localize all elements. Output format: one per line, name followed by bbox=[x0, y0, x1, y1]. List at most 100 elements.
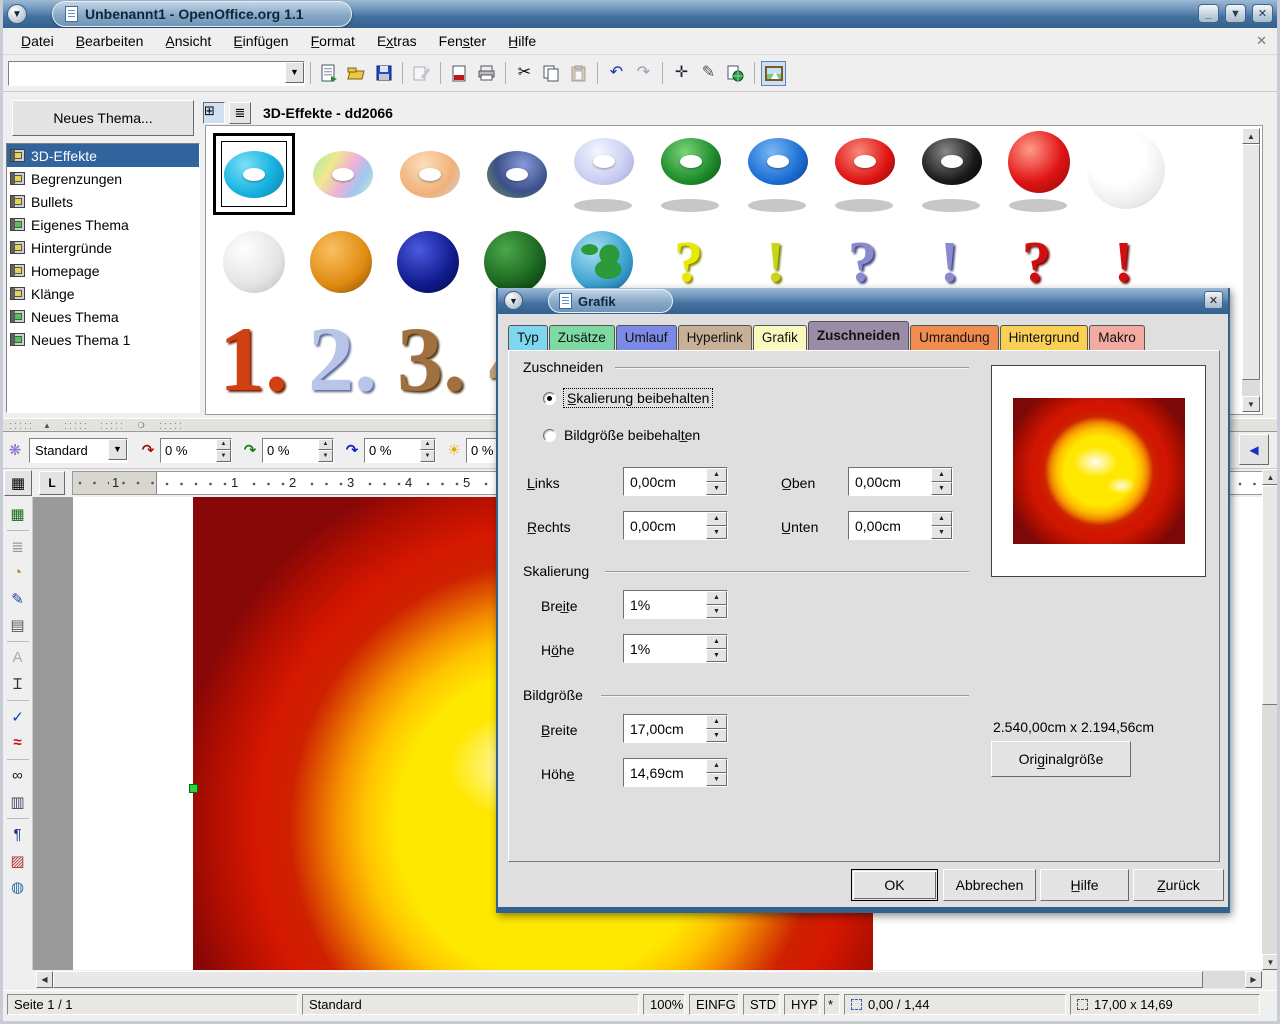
splitter-grip[interactable] bbox=[63, 421, 89, 430]
spin-up-icon[interactable]: ▲ bbox=[706, 635, 727, 649]
spin-down-icon[interactable]: ▼ bbox=[706, 648, 727, 662]
green-percent-field[interactable]: ▲▼ bbox=[262, 437, 334, 463]
close-document-icon[interactable]: ✕ bbox=[1256, 33, 1267, 49]
status-selection-mode[interactable]: STD bbox=[743, 993, 780, 1015]
spin-up-icon[interactable]: ▲ bbox=[216, 438, 231, 450]
menu-datei[interactable]: D̲atei bbox=[11, 30, 64, 52]
gallery-item-sphere-white[interactable] bbox=[1082, 126, 1169, 214]
status-hyperlink-mode[interactable]: HYP bbox=[784, 993, 820, 1015]
status-insert-mode[interactable]: EINFG bbox=[689, 993, 739, 1015]
tab-grafik[interactable]: Grafik bbox=[752, 325, 807, 350]
status-style[interactable]: Standard bbox=[302, 993, 639, 1015]
spin-up-icon[interactable]: ▲ bbox=[931, 468, 952, 482]
dialog-menu-button[interactable]: ▼ bbox=[504, 291, 523, 310]
gallery-item-torus-peach[interactable] bbox=[386, 130, 473, 218]
vertical-scroll-thumb[interactable] bbox=[1262, 485, 1279, 705]
gallery-item-number-3[interactable]: 3. bbox=[388, 304, 475, 414]
menu-format[interactable]: F̲ormat bbox=[301, 30, 365, 52]
gallery-item-torus-rainbow[interactable] bbox=[299, 130, 386, 218]
spin-up-icon[interactable]: ▲ bbox=[420, 438, 435, 450]
spin-down-icon[interactable]: ▼ bbox=[706, 772, 727, 786]
radio-circle[interactable] bbox=[543, 391, 556, 405]
export-pdf-icon[interactable] bbox=[447, 61, 472, 86]
theme-item-bullets[interactable]: Bullets bbox=[7, 190, 199, 213]
hide-bar-button[interactable]: ◀ bbox=[1239, 434, 1269, 465]
online-layout-icon[interactable]: ◍ bbox=[5, 874, 31, 899]
tab-zuschneiden[interactable]: Zuschneiden bbox=[807, 321, 910, 350]
tab-hyperlink[interactable]: Hyperlink bbox=[677, 325, 752, 350]
spin-down-icon[interactable]: ▼ bbox=[706, 481, 727, 495]
url-combobox[interactable]: ▼ bbox=[8, 60, 305, 86]
unten-field[interactable]: ▲▼ bbox=[848, 511, 953, 540]
spin-up-icon[interactable]: ▲ bbox=[706, 468, 727, 482]
insert-object-icon[interactable]: ◔ bbox=[5, 560, 31, 585]
scroll-up-icon[interactable]: ▲ bbox=[1242, 128, 1260, 144]
gallery-item-torus-green[interactable] bbox=[647, 126, 734, 214]
url-dropdown-icon[interactable]: ▼ bbox=[285, 61, 304, 83]
menu-einfuegen[interactable]: E̲infügen bbox=[223, 30, 298, 52]
status-zoom[interactable]: 100% bbox=[643, 993, 685, 1015]
auto-spellcheck-icon[interactable]: ≈ bbox=[5, 730, 31, 755]
theme-item-neues-thema-1[interactable]: Neues Thema 1 bbox=[7, 328, 199, 351]
size-breite-field[interactable]: ▲▼ bbox=[623, 714, 728, 743]
spin-down-icon[interactable]: ▼ bbox=[420, 450, 435, 462]
tab-stop-type-button[interactable]: L bbox=[39, 471, 65, 495]
oben-field[interactable]: ▲▼ bbox=[848, 467, 953, 496]
horizontal-scroll-thumb[interactable] bbox=[53, 971, 1203, 988]
splitter-grip[interactable] bbox=[158, 421, 184, 430]
hyperlink-dialog-icon[interactable] bbox=[723, 61, 748, 86]
grid-view-icon[interactable]: ⊞ bbox=[203, 101, 225, 124]
spin-up-icon[interactable]: ▲ bbox=[706, 715, 727, 729]
graphics-on-off-icon[interactable]: ▨ bbox=[5, 848, 31, 873]
cut-icon[interactable]: ✂ bbox=[512, 61, 537, 86]
open-icon[interactable] bbox=[344, 61, 369, 86]
url-input[interactable] bbox=[8, 60, 305, 86]
ok-button[interactable]: OK bbox=[851, 869, 938, 901]
spin-up-icon[interactable]: ▲ bbox=[706, 759, 727, 773]
undo-icon[interactable]: ↶ bbox=[604, 61, 629, 86]
scale-breite-field[interactable]: ▲▼ bbox=[623, 590, 728, 619]
tab-umlauf[interactable]: Umlauf bbox=[615, 325, 677, 350]
insert-form-icon[interactable]: ▤ bbox=[5, 612, 31, 637]
close-button[interactable]: ✕ bbox=[1252, 4, 1273, 23]
theme-item-begrenzungen[interactable]: Begrenzungen bbox=[7, 167, 199, 190]
splitter-handle-icon[interactable]: ❍ bbox=[129, 420, 153, 431]
vertical-scrollbar[interactable]: ▲ ▼ bbox=[1262, 469, 1279, 970]
tab-typ[interactable]: Typ bbox=[508, 325, 548, 350]
scroll-down-icon[interactable]: ▼ bbox=[1242, 396, 1260, 412]
spin-up-icon[interactable]: ▲ bbox=[318, 438, 333, 450]
print-icon[interactable] bbox=[474, 61, 499, 86]
splitter-grip[interactable] bbox=[8, 421, 34, 430]
new-theme-button[interactable]: Neues Thema... bbox=[12, 100, 194, 136]
graphic-filters-icon[interactable]: ❋ bbox=[3, 438, 27, 462]
spin-up-icon[interactable]: ▲ bbox=[706, 591, 727, 605]
find-replace-icon[interactable]: ∞ bbox=[5, 763, 31, 788]
theme-item-eigenes-thema[interactable]: Eigenes Thema bbox=[7, 213, 199, 236]
gallery-item-torus-dark-blue[interactable] bbox=[473, 130, 560, 218]
theme-item-3d-effekte[interactable]: 3D-Effekte bbox=[7, 144, 199, 167]
minimize-button[interactable]: _ bbox=[1198, 4, 1219, 23]
splitter-grip[interactable] bbox=[99, 421, 125, 430]
insert-special-character-icon[interactable]: Ɪ bbox=[5, 671, 31, 696]
hilfe-button[interactable]: H̲ilfe bbox=[1040, 869, 1129, 901]
data-sources-icon[interactable]: ▥ bbox=[5, 789, 31, 814]
paste-icon[interactable] bbox=[566, 61, 591, 86]
spin-down-icon[interactable]: ▼ bbox=[706, 604, 727, 618]
gallery-item-torus-red[interactable] bbox=[821, 126, 908, 214]
window-menu-button[interactable]: ▼ bbox=[7, 4, 27, 24]
theme-item-hintergruende[interactable]: Hintergründe bbox=[7, 236, 199, 259]
original-size-button[interactable]: Orig̲inalgröße bbox=[991, 741, 1131, 777]
radio-circle[interactable] bbox=[543, 428, 556, 442]
tab-hintergrund[interactable]: Hintergrund bbox=[999, 325, 1089, 350]
links-field[interactable]: ▲▼ bbox=[623, 467, 728, 496]
theme-item-neues-thema[interactable]: Neues Thema bbox=[7, 305, 199, 328]
save-icon[interactable] bbox=[371, 61, 396, 86]
copy-icon[interactable] bbox=[539, 61, 564, 86]
gallery-item-sphere-dark-blue[interactable] bbox=[384, 218, 471, 306]
spellcheck-icon[interactable]: ✓ bbox=[5, 704, 31, 729]
navigator-icon[interactable]: ✛ bbox=[669, 61, 694, 86]
spin-down-icon[interactable]: ▼ bbox=[216, 450, 231, 462]
scale-hoehe-field[interactable]: ▲▼ bbox=[623, 634, 728, 663]
red-percent-field[interactable]: ▲▼ bbox=[160, 437, 232, 463]
spin-down-icon[interactable]: ▼ bbox=[931, 525, 952, 539]
